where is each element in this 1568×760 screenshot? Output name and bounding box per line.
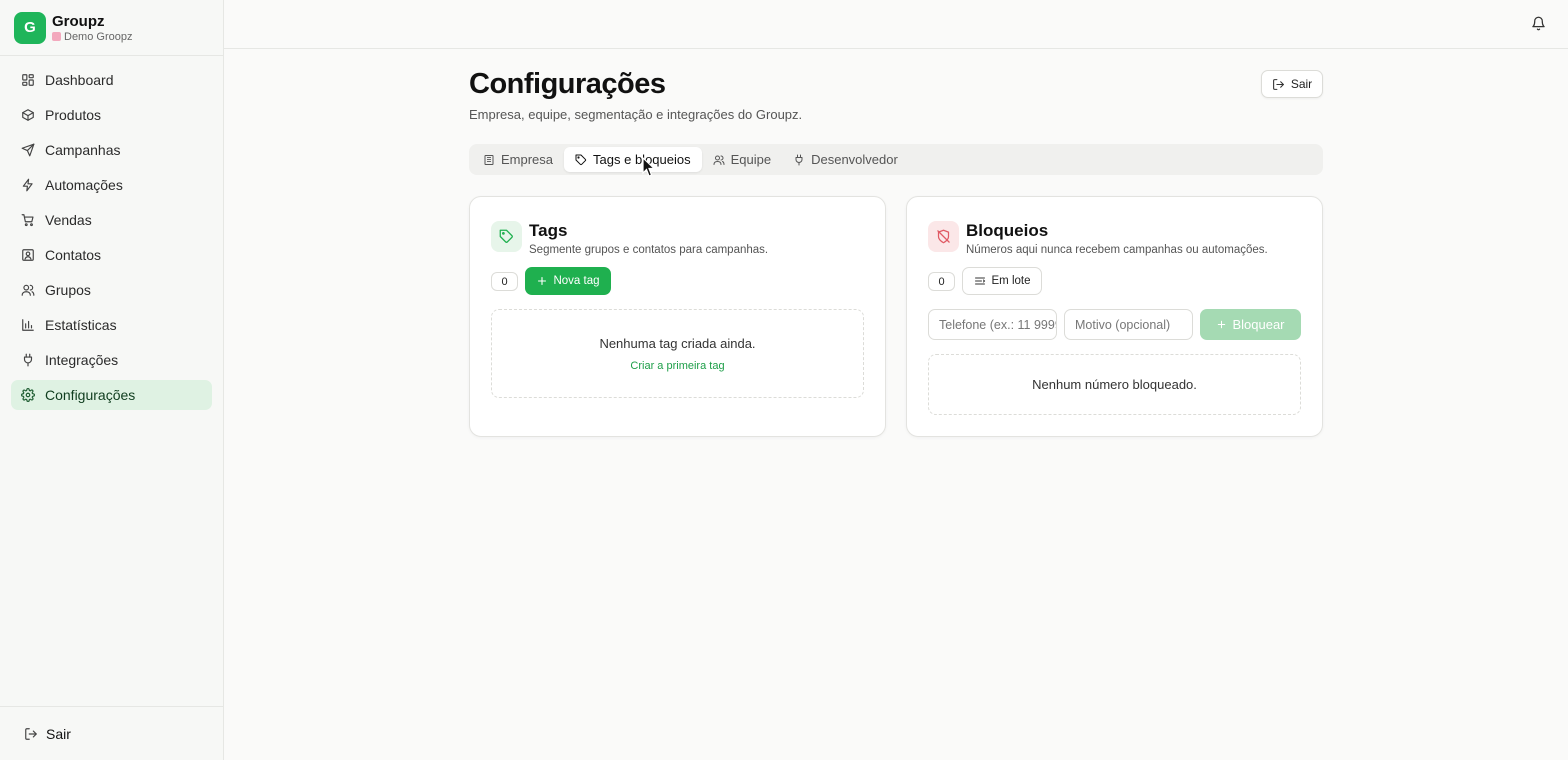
gift-icon [52,32,61,41]
building-icon [483,154,495,166]
sidebar: G Groupz Demo Groopz Dashboard Produtos … [0,0,224,760]
page-subtitle: Empresa, equipe, segmentação e integraçõ… [469,107,803,122]
block-button[interactable]: Bloquear [1200,309,1301,340]
sidebar-item-estatisticas[interactable]: Estatísticas [11,310,212,340]
users-icon [713,154,725,166]
blocks-card: Bloqueios Números aqui nunca recebem cam… [906,196,1323,437]
tags-title: Tags [529,221,568,240]
logout-icon [1272,78,1285,91]
workspace-name: Demo Groopz [52,31,132,43]
blocks-empty-text: Nenhum número bloqueado. [1032,377,1197,392]
sidebar-item-dashboard[interactable]: Dashboard [11,65,212,95]
layout-grid-icon [21,73,35,87]
tags-subtitle: Segmente grupos e contatos para campanha… [529,244,769,256]
brand-logo: G [14,11,46,44]
tags-card: Tags Segmente grupos e contatos para cam… [469,196,886,437]
reason-input[interactable]: Motivo (opcional) [1064,309,1193,340]
sidebar-item-campanhas[interactable]: Campanhas [11,135,212,165]
logout-button-label: Sair [1290,77,1313,91]
plus-icon [536,275,548,287]
brand-header[interactable]: G Groupz Demo Groopz [0,0,223,56]
sidebar-nav: Dashboard Produtos Campanhas Automações … [0,56,223,424]
tag-icon [575,154,587,166]
logout-icon [24,727,38,741]
gear-icon [21,388,35,402]
bell-icon[interactable] [1531,16,1546,31]
sidebar-item-automacoes[interactable]: Automações [11,170,212,200]
blocks-subtitle: Números aqui nunca recebem campanhas ou … [966,244,1268,256]
sidebar-item-label: Estatísticas [45,317,117,333]
sidebar-item-label: Vendas [45,212,92,228]
brand-name: Groupz [52,12,105,30]
sidebar-item-label: Contatos [45,247,102,263]
logout-button[interactable]: Sair [1261,70,1323,98]
tags-empty-state: Nenhuma tag criada ainda. Criar a primei… [491,309,864,398]
sidebar-item-contatos[interactable]: Contatos [11,240,212,270]
sidebar-item-grupos[interactable]: Grupos [11,275,212,305]
top-bar [224,0,1568,49]
main-content: Configurações Empresa, equipe, segmentaç… [469,68,1323,437]
sidebar-item-label: Automações [45,177,123,193]
contact-icon [21,248,35,262]
plus-icon [1216,319,1227,330]
send-icon [21,143,35,157]
plug-icon [21,353,35,367]
settings-tabs: Empresa Tags e bloqueios Equipe Desenvol… [469,144,1323,175]
cart-icon [21,213,35,227]
blocks-count-badge: 0 [928,272,955,291]
sidebar-item-integracoes[interactable]: Integrações [11,345,212,375]
blocks-title: Bloqueios [966,221,1049,240]
tab-empresa[interactable]: Empresa [472,147,564,172]
page-title: Configurações [469,68,666,100]
sidebar-item-label: Produtos [45,107,102,123]
mouse-cursor-icon [642,157,656,178]
users-icon [21,283,35,297]
tab-tags-e-bloqueios[interactable]: Tags e bloqueios [564,147,702,172]
tag-icon [491,221,522,252]
sidebar-item-label: Grupos [45,282,91,298]
sidebar-item-label: Dashboard [45,72,114,88]
tab-desenvolvedor[interactable]: Desenvolvedor [782,147,909,172]
batch-block-button[interactable]: Em lote [962,267,1042,295]
tags-empty-text: Nenhuma tag criada ainda. [599,335,756,351]
shield-off-icon [928,221,959,252]
zap-icon [21,178,35,192]
sidebar-logout-label: Sair [46,725,71,742]
package-icon [21,108,35,122]
tab-equipe[interactable]: Equipe [702,147,782,172]
create-first-tag-link[interactable]: Criar a primeira tag [630,360,724,372]
plug-icon [793,154,805,166]
bar-chart-icon [21,318,35,332]
sidebar-item-label: Integrações [45,352,119,368]
sidebar-item-label: Configurações [45,387,136,403]
blocks-empty-state: Nenhum número bloqueado. [928,354,1301,415]
tags-count-badge: 0 [491,272,518,291]
list-icon [974,275,986,287]
sidebar-item-label: Campanhas [45,142,121,158]
sidebar-item-produtos[interactable]: Produtos [11,100,212,130]
phone-input[interactable]: Telefone (ex.: 11 99999-9999) [928,309,1057,340]
new-tag-button[interactable]: Nova tag [525,267,611,295]
sidebar-item-vendas[interactable]: Vendas [11,205,212,235]
sidebar-item-configuracoes[interactable]: Configurações [11,380,212,410]
sidebar-logout-button[interactable]: Sair [0,706,223,760]
